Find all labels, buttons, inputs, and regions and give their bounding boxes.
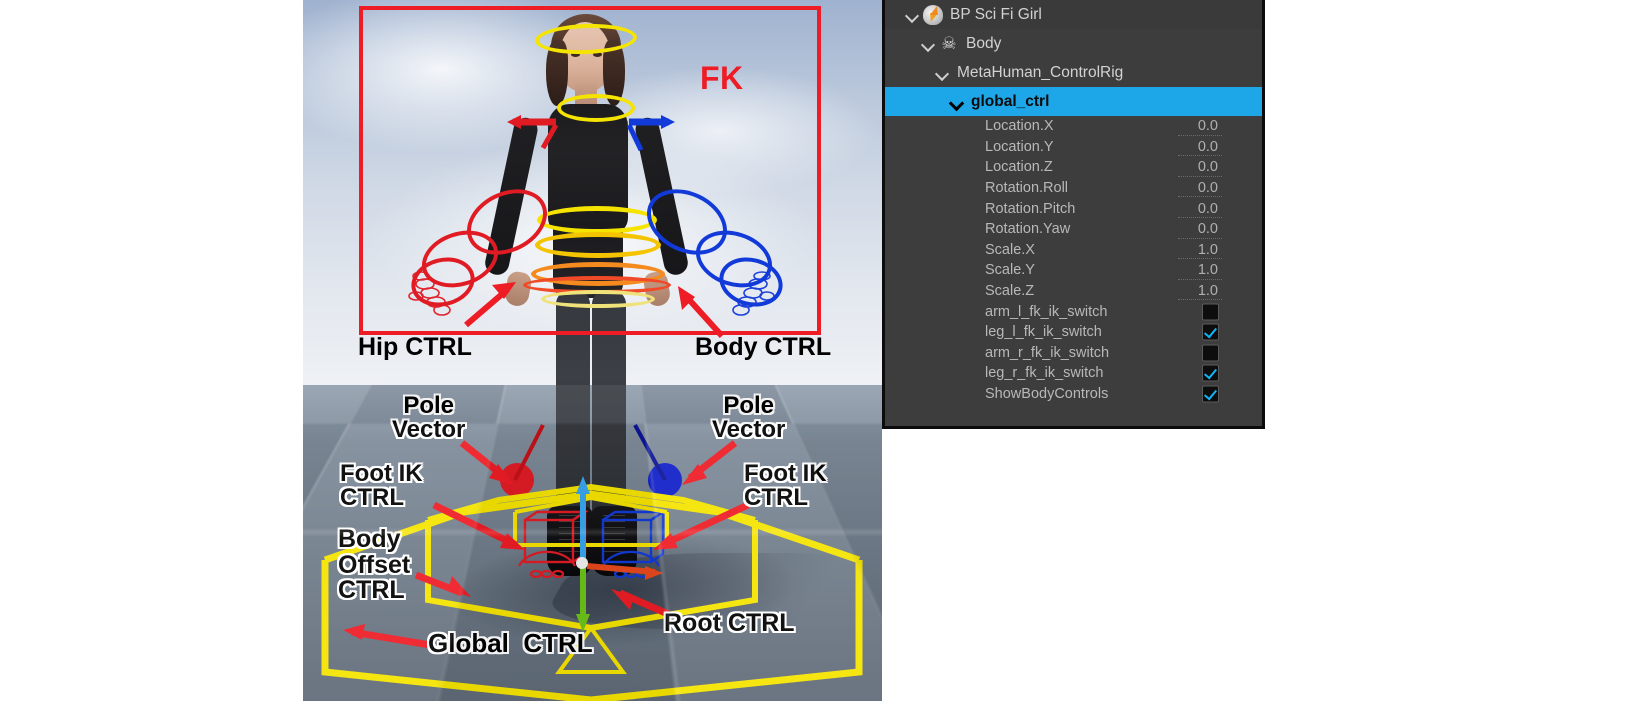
property-label: Rotation.Roll <box>985 180 1069 197</box>
property-row-rotation-pitch[interactable]: Rotation.Pitch 0.0 <box>885 198 1262 219</box>
property-value[interactable]: 0.0 <box>1198 201 1218 217</box>
leg-r-fk-ik-switch-checkbox[interactable] <box>1202 364 1219 382</box>
property-row-leg-r-fk-ik-switch[interactable]: leg_r_fk_ik_switch <box>885 363 1262 384</box>
value-underline <box>1178 134 1222 136</box>
property-label: Scale.X <box>985 241 1035 258</box>
root-ctrl-shape-2 <box>513 512 669 547</box>
foot-ik-right-box <box>601 509 667 564</box>
value-underline <box>1178 258 1222 260</box>
property-row-leg-l-fk-ik-switch[interactable]: leg_l_fk_ik_switch <box>885 321 1262 343</box>
body-offset-ctrl-shape-2 <box>425 520 758 632</box>
viewport-gizmo-overlay <box>321 115 863 701</box>
property-row-scale-z[interactable]: Scale.Z 1.0 <box>885 280 1262 302</box>
unreal-level-viewport[interactable] <box>303 0 882 701</box>
property-label: Location.X <box>985 118 1054 135</box>
property-value[interactable]: 1.0 <box>1198 262 1218 278</box>
property-value[interactable]: 0.0 <box>1198 139 1218 155</box>
screenshot-root: FK Hip CTRL Body CTRL Pole Vector Pole V… <box>0 0 1650 701</box>
property-value[interactable]: 0.0 <box>1198 159 1218 175</box>
arm-r-fk-ik-switch-checkbox[interactable] <box>1202 344 1219 362</box>
value-underline <box>1178 299 1222 301</box>
property-row-arm-r-fk-ik-switch[interactable]: arm_r_fk_ik_switch <box>885 342 1262 364</box>
leg-l-fk-ik-switch-checkbox[interactable] <box>1202 323 1219 341</box>
animation-outliner-panel[interactable]: BP Sci Fi Girl ☠ Body MetaHuman_ControlR… <box>882 0 1265 429</box>
property-row-location-y[interactable]: Location.Y 0.0 <box>885 136 1262 158</box>
value-underline <box>1178 155 1222 157</box>
pole-right-stick <box>633 424 667 481</box>
foot-roll-left <box>518 550 576 579</box>
blueprint-icon <box>923 4 943 25</box>
finger-ctrls-right <box>732 271 775 316</box>
property-label: Rotation.Yaw <box>985 221 1071 238</box>
property-label: Scale.Z <box>985 283 1035 300</box>
arm-l-fk-ik-switch-checkbox[interactable] <box>1202 303 1219 321</box>
property-label: Location.Z <box>985 159 1053 176</box>
tree-row-bp-sci-fi-girl[interactable]: BP Sci Fi Girl <box>885 0 1262 29</box>
property-label: Scale.Y <box>985 262 1035 279</box>
tree-row-label: BP Sci Fi Girl <box>950 5 1042 23</box>
finger-ctrls-left <box>408 271 451 316</box>
tree-row-label: MetaHuman_ControlRig <box>957 63 1124 81</box>
value-underline <box>1178 278 1222 280</box>
property-label: Location.Y <box>985 138 1054 155</box>
property-value[interactable]: 1.0 <box>1198 283 1218 299</box>
property-label: Rotation.Pitch <box>985 200 1076 217</box>
property-row-location-x[interactable]: Location.X 0.0 <box>885 116 1262 137</box>
value-underline <box>1178 175 1222 177</box>
show-body-controls-checkbox[interactable] <box>1202 385 1219 403</box>
property-label: leg_l_fk_ik_switch <box>985 324 1102 341</box>
chevron-down-icon[interactable] <box>949 95 963 109</box>
tree-row-body[interactable]: ☠ Body <box>885 29 1262 58</box>
value-underline <box>1178 196 1222 198</box>
tree-row-global-ctrl[interactable]: global_ctrl <box>885 87 1262 116</box>
shoulder-arrow-right <box>626 115 675 152</box>
tree-row-metahuman-controlrig[interactable]: MetaHuman_ControlRig <box>885 58 1262 87</box>
property-row-rotation-roll[interactable]: Rotation.Roll 0.0 <box>885 177 1262 199</box>
property-row-scale-y[interactable]: Scale.Y 1.0 <box>885 260 1262 281</box>
value-underline <box>1178 216 1222 218</box>
root-triangle <box>555 626 627 674</box>
pole-left-stick <box>513 424 545 481</box>
property-value[interactable]: 0.0 <box>1198 118 1218 134</box>
property-row-location-z[interactable]: Location.Z 0.0 <box>885 157 1262 178</box>
property-value[interactable]: 1.0 <box>1198 242 1218 258</box>
value-underline <box>1178 237 1222 239</box>
shoulder-arrow-left <box>507 115 559 150</box>
tree-row-label: Body <box>966 34 1002 52</box>
global-ctrl-shape <box>323 490 861 564</box>
property-label: arm_l_fk_ik_switch <box>985 303 1108 320</box>
property-value[interactable]: 0.0 <box>1198 221 1218 237</box>
property-label: arm_r_fk_ik_switch <box>985 344 1110 361</box>
property-row-scale-x[interactable]: Scale.X 1.0 <box>885 239 1262 261</box>
property-row-show-body-controls[interactable]: ShowBodyControls <box>885 383 1262 405</box>
skeleton-icon: ☠ <box>941 33 957 53</box>
chevron-down-icon[interactable] <box>921 37 935 51</box>
chevron-down-icon[interactable] <box>935 66 949 80</box>
property-row-rotation-yaw[interactable]: Rotation.Yaw 0.0 <box>885 218 1262 240</box>
property-row-arm-l-fk-ik-switch[interactable]: arm_l_fk_ik_switch <box>885 301 1262 322</box>
property-label: leg_r_fk_ik_switch <box>985 365 1104 382</box>
tree-row-label: global_ctrl <box>971 92 1050 110</box>
property-label: ShowBodyControls <box>985 386 1109 403</box>
property-value[interactable]: 0.0 <box>1198 180 1218 196</box>
chevron-down-icon[interactable] <box>905 8 919 22</box>
